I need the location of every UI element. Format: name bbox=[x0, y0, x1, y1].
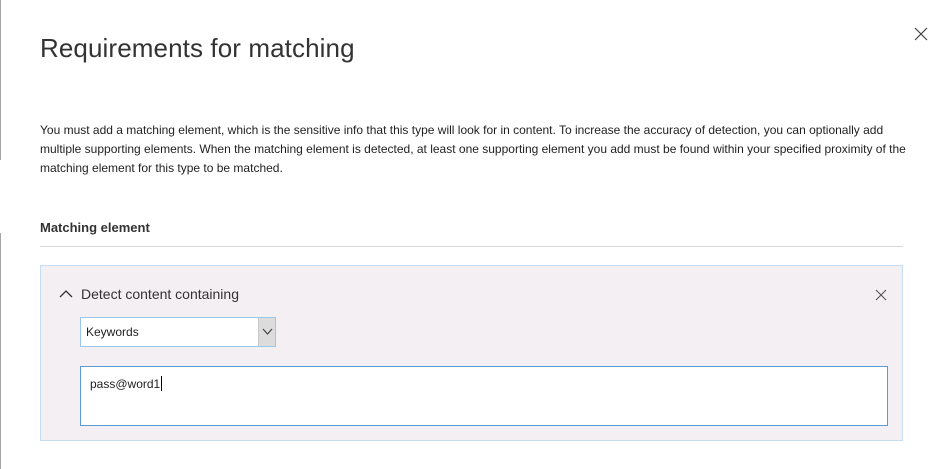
keywords-input-value: pass@word1 bbox=[90, 376, 163, 391]
detect-content-toggle[interactable]: Detect content containing bbox=[59, 286, 239, 302]
keywords-input[interactable]: pass@word1 bbox=[80, 366, 888, 426]
section-divider bbox=[40, 246, 903, 247]
content-type-value: Keywords bbox=[86, 325, 139, 339]
close-icon bbox=[914, 27, 928, 41]
content-type-select[interactable]: Keywords bbox=[80, 317, 276, 347]
dropdown-button[interactable] bbox=[258, 318, 275, 346]
chevron-down-icon bbox=[262, 328, 273, 335]
close-panel-button[interactable] bbox=[911, 24, 931, 44]
page-title: Requirements for matching bbox=[40, 33, 355, 63]
requirements-panel: Requirements for matching You must add a… bbox=[0, 0, 943, 469]
detect-content-label: Detect content containing bbox=[81, 286, 239, 302]
matching-element-card: Detect content containing Keywords pass@… bbox=[40, 265, 903, 441]
matching-element-heading: Matching element bbox=[40, 220, 150, 235]
chevron-up-icon bbox=[59, 290, 73, 298]
description-text: You must add a matching element, which i… bbox=[40, 123, 906, 175]
panel-left-border bbox=[0, 0, 2, 469]
text-cursor bbox=[161, 376, 163, 391]
remove-element-button[interactable] bbox=[874, 288, 888, 302]
close-icon bbox=[875, 289, 887, 301]
